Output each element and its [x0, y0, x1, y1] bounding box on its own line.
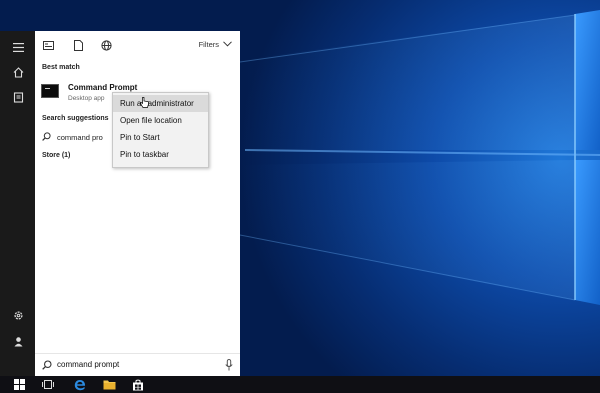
- settings-icon[interactable]: [10, 307, 26, 323]
- documents-icon[interactable]: [10, 89, 26, 105]
- web-icon[interactable]: [99, 38, 113, 52]
- best-match-header: Best match: [42, 64, 80, 71]
- apps-icon[interactable]: [41, 38, 55, 52]
- menu-item-pin-to-start[interactable]: Pin to Start: [113, 129, 208, 146]
- command-prompt-app-icon: [41, 84, 59, 98]
- search-suggestions-header: Search suggestions: [42, 115, 109, 122]
- file-explorer-icon[interactable]: [103, 378, 116, 391]
- filters-dropdown[interactable]: Filters: [199, 40, 232, 49]
- windows-start-icon[interactable]: [13, 378, 26, 391]
- best-match-title: Command Prompt: [68, 83, 138, 92]
- store-header[interactable]: Store (1): [42, 152, 70, 159]
- filters-label: Filters: [198, 40, 219, 49]
- best-match-subtitle: Desktop app: [68, 95, 105, 102]
- menu-item-open-file-location[interactable]: Open file location: [113, 112, 208, 129]
- documents-filter-icon[interactable]: [71, 38, 85, 52]
- menu-item-run-as-administrator[interactable]: Run as administrator: [113, 95, 208, 112]
- edge-icon[interactable]: [73, 378, 86, 391]
- hamburger-menu-icon[interactable]: [10, 39, 26, 55]
- suggestion-text: command pro: [57, 133, 103, 142]
- taskbar: [0, 376, 600, 393]
- context-menu: Run as administrator Open file location …: [112, 92, 209, 168]
- hand-cursor-icon: [140, 97, 149, 110]
- chevron-down-icon: [223, 40, 232, 49]
- start-left-rail: [0, 31, 35, 376]
- search-input[interactable]: command prompt: [57, 360, 119, 369]
- search-icon: [42, 132, 51, 143]
- menu-item-pin-to-taskbar[interactable]: Pin to taskbar: [113, 146, 208, 163]
- home-icon[interactable]: [10, 64, 26, 80]
- suggestion-item[interactable]: command pro: [42, 132, 103, 143]
- task-view-icon[interactable]: [41, 378, 54, 391]
- start-search-panel: Filters Best match Command Prompt Deskto…: [35, 31, 240, 376]
- store-icon[interactable]: [131, 378, 144, 391]
- search-icon: [42, 360, 52, 372]
- search-scope-toolbar: Filters: [35, 31, 240, 59]
- search-box[interactable]: command prompt: [35, 353, 240, 376]
- microphone-icon[interactable]: [225, 359, 233, 373]
- user-icon[interactable]: [10, 333, 26, 349]
